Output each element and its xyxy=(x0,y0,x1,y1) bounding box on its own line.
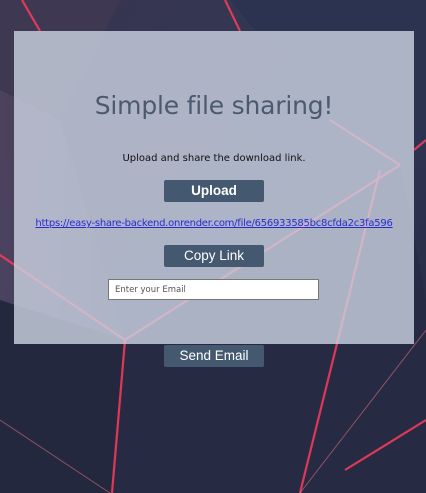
copy-link-button[interactable]: Copy Link xyxy=(164,245,264,267)
page-title: Simple file sharing! xyxy=(94,91,334,120)
download-link[interactable]: https://easy-share-backend.onrender.com/… xyxy=(14,218,414,229)
email-input[interactable] xyxy=(108,279,319,300)
instructions-text: Upload and share the download link. xyxy=(122,153,306,164)
send-email-button[interactable]: Send Email xyxy=(164,345,264,367)
upload-button[interactable]: Upload xyxy=(164,180,264,202)
